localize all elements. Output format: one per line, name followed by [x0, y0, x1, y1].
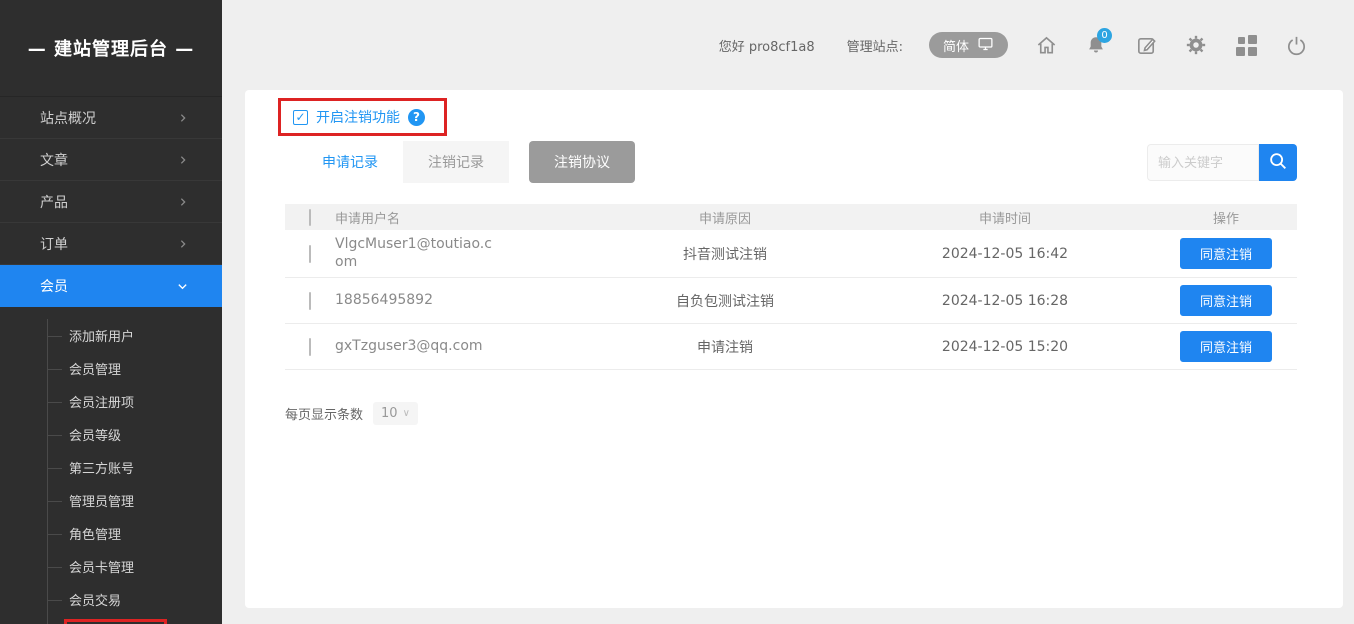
search-icon — [1267, 150, 1289, 175]
enable-cancellation-checkbox[interactable]: ✓ — [293, 110, 308, 125]
chevron-right-icon — [178, 239, 188, 249]
sidebar-item-label: 订单 — [40, 234, 68, 254]
home-button[interactable] — [1034, 33, 1058, 57]
sidebar-item-articles[interactable]: 文章 — [0, 139, 222, 181]
language-label: 简体 — [943, 36, 969, 55]
submenu-item-add-user[interactable]: 添加新用户 — [48, 319, 222, 352]
table-header-row: 申请用户名 申请原因 申请时间 操作 — [285, 204, 1297, 230]
cancellation-requests-table: 申请用户名 申请原因 申请时间 操作 VlgcMuser1@toutiao.co… — [285, 204, 1297, 370]
col-header-action: 操作 — [1155, 204, 1297, 230]
managed-site-label: 管理站点: — [847, 36, 903, 55]
row-checkbox[interactable] — [309, 292, 311, 310]
submenu-item-member-cancellation-requests[interactable]: 会员注销申请 — [48, 616, 222, 624]
agree-cancellation-button[interactable]: 同意注销 — [1180, 238, 1272, 269]
chevron-down-icon — [177, 281, 188, 292]
tab-cancellation-agreement[interactable]: 注销协议 — [529, 141, 635, 183]
cell-reason: 申请注销 — [595, 324, 855, 370]
submenu-item-member-levels[interactable]: 会员等级 — [48, 418, 222, 451]
table-row: VlgcMuser1@toutiao.com 抖音测试注销 2024-12-05… — [285, 230, 1297, 278]
sidebar: — 建站管理后台 — 站点概况 文章 产品 订单 会员 添加新用户 会员管理 会… — [0, 0, 222, 624]
search-box — [1147, 144, 1297, 181]
submenu-item-member-management[interactable]: 会员管理 — [48, 352, 222, 385]
row-checkbox[interactable] — [309, 338, 311, 356]
sidebar-item-label: 站点概况 — [40, 108, 96, 128]
red-highlight-box — [64, 619, 167, 624]
sidebar-item-label: 会员 — [40, 276, 68, 296]
submenu-item-third-party-accounts[interactable]: 第三方账号 — [48, 451, 222, 484]
chevron-down-icon: ∨ — [403, 408, 410, 419]
cell-time: 2024-12-05 15:20 — [855, 324, 1155, 370]
greeting-text: 您好 pro8cf1a8 — [719, 36, 815, 55]
col-header-time: 申请时间 — [855, 204, 1155, 230]
submenu-item-admin-management[interactable]: 管理员管理 — [48, 484, 222, 517]
col-header-username: 申请用户名 — [335, 204, 595, 230]
chevron-right-icon — [178, 155, 188, 165]
chevron-right-icon — [178, 197, 188, 207]
chevron-right-icon — [178, 113, 188, 123]
agree-cancellation-button[interactable]: 同意注销 — [1180, 331, 1272, 362]
cell-username: VlgcMuser1@toutiao.com — [335, 236, 493, 271]
sidebar-item-site-overview[interactable]: 站点概况 — [0, 97, 222, 139]
pagination-bar: 每页显示条数 10 ∨ — [285, 402, 1297, 425]
sidebar-item-label: 产品 — [40, 192, 68, 212]
app-logo: — 建站管理后台 — — [0, 0, 222, 97]
sidebar-item-label: 文章 — [40, 150, 68, 170]
sidebar-item-products[interactable]: 产品 — [0, 181, 222, 223]
tabs-bar: 申请记录 注销记录 注销协议 — [297, 141, 1297, 183]
search-input[interactable] — [1147, 144, 1259, 181]
settings-gear-button[interactable] — [1184, 33, 1208, 57]
sidebar-item-orders[interactable]: 订单 — [0, 223, 222, 265]
logout-power-button[interactable] — [1284, 33, 1308, 57]
page-size-label: 每页显示条数 — [285, 404, 363, 423]
tab-cancellation-records[interactable]: 注销记录 — [403, 141, 509, 183]
row-checkbox[interactable] — [309, 245, 311, 263]
notification-badge: 0 — [1097, 28, 1112, 43]
language-switch-button[interactable]: 简体 — [929, 32, 1008, 58]
notifications-bell-button[interactable]: 0 — [1084, 33, 1108, 57]
tab-application-records[interactable]: 申请记录 — [297, 141, 403, 183]
submenu-item-member-registration-fields[interactable]: 会员注册项 — [48, 385, 222, 418]
cell-time: 2024-12-05 16:28 — [855, 278, 1155, 324]
page-size-value: 10 — [381, 406, 398, 421]
sidebar-item-members[interactable]: 会员 — [0, 265, 222, 307]
enable-cancellation-label[interactable]: 开启注销功能 — [316, 107, 400, 127]
submenu-item-member-transactions[interactable]: 会员交易 — [48, 583, 222, 616]
table-row: gxTzguser3@qq.com 申请注销 2024-12-05 15:20 … — [285, 324, 1297, 370]
submenu-item-role-management[interactable]: 角色管理 — [48, 517, 222, 550]
top-header: 您好 pro8cf1a8 管理站点: 简体 0 — [222, 0, 1354, 90]
submenu-item-member-card-management[interactable]: 会员卡管理 — [48, 550, 222, 583]
col-header-reason: 申请原因 — [595, 204, 855, 230]
monitor-icon — [977, 35, 994, 56]
cell-reason: 自负包测试注销 — [595, 278, 855, 324]
main-content-card: ✓ 开启注销功能 ? 申请记录 注销记录 注销协议 申请用户名 申请原因 申请时… — [245, 90, 1343, 608]
cell-time: 2024-12-05 16:42 — [855, 230, 1155, 278]
page-size-select[interactable]: 10 ∨ — [373, 402, 418, 425]
cancellation-toggle-group: ✓ 开启注销功能 ? — [278, 98, 447, 136]
agree-cancellation-button[interactable]: 同意注销 — [1180, 285, 1272, 316]
search-button[interactable] — [1259, 144, 1297, 181]
edit-button[interactable] — [1134, 33, 1158, 57]
select-all-checkbox[interactable] — [309, 209, 311, 226]
help-icon[interactable]: ? — [408, 109, 425, 126]
cell-username: gxTzguser3@qq.com — [335, 338, 493, 356]
apps-grid-button[interactable] — [1234, 33, 1258, 57]
grid-icon — [1236, 35, 1257, 56]
cell-reason: 抖音测试注销 — [595, 230, 855, 278]
members-submenu: 添加新用户 会员管理 会员注册项 会员等级 第三方账号 管理员管理 角色管理 会… — [0, 307, 222, 624]
table-row: 18856495892 自负包测试注销 2024-12-05 16:28 同意注… — [285, 278, 1297, 324]
cell-username: 18856495892 — [335, 292, 493, 310]
